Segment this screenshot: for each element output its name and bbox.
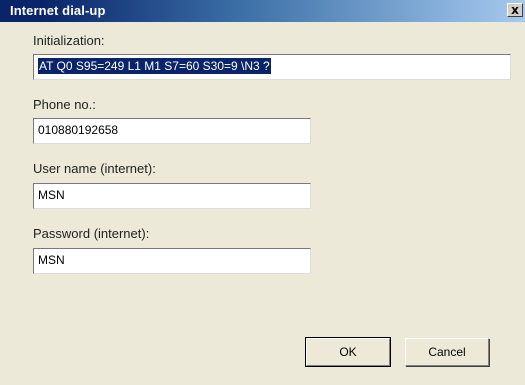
- cancel-button[interactable]: Cancel: [405, 338, 489, 366]
- initialization-selected-text: AT Q0 S95=249 L1 M1 S7=60 S30=9 \N3 ?: [38, 58, 271, 74]
- window-title: Internet dial-up: [10, 3, 106, 18]
- username-input[interactable]: MSN: [33, 183, 311, 209]
- password-input[interactable]: MSN: [33, 248, 311, 274]
- title-bar[interactable]: Internet dial-up x: [0, 0, 525, 22]
- internet-dialup-dialog: Internet dial-up x Initialization: AT Q0…: [0, 0, 525, 385]
- phone-input[interactable]: 010880192658: [33, 118, 311, 144]
- username-label: User name (internet):: [33, 161, 156, 176]
- close-button[interactable]: x: [507, 3, 523, 17]
- initialization-label: Initialization:: [33, 33, 105, 48]
- close-icon: x: [511, 2, 519, 17]
- initialization-input[interactable]: AT Q0 S95=249 L1 M1 S7=60 S30=9 \N3 ?: [33, 54, 511, 80]
- phone-label: Phone no.:: [33, 97, 96, 112]
- ok-button[interactable]: OK: [305, 337, 391, 367]
- password-label: Password (internet):: [33, 226, 150, 241]
